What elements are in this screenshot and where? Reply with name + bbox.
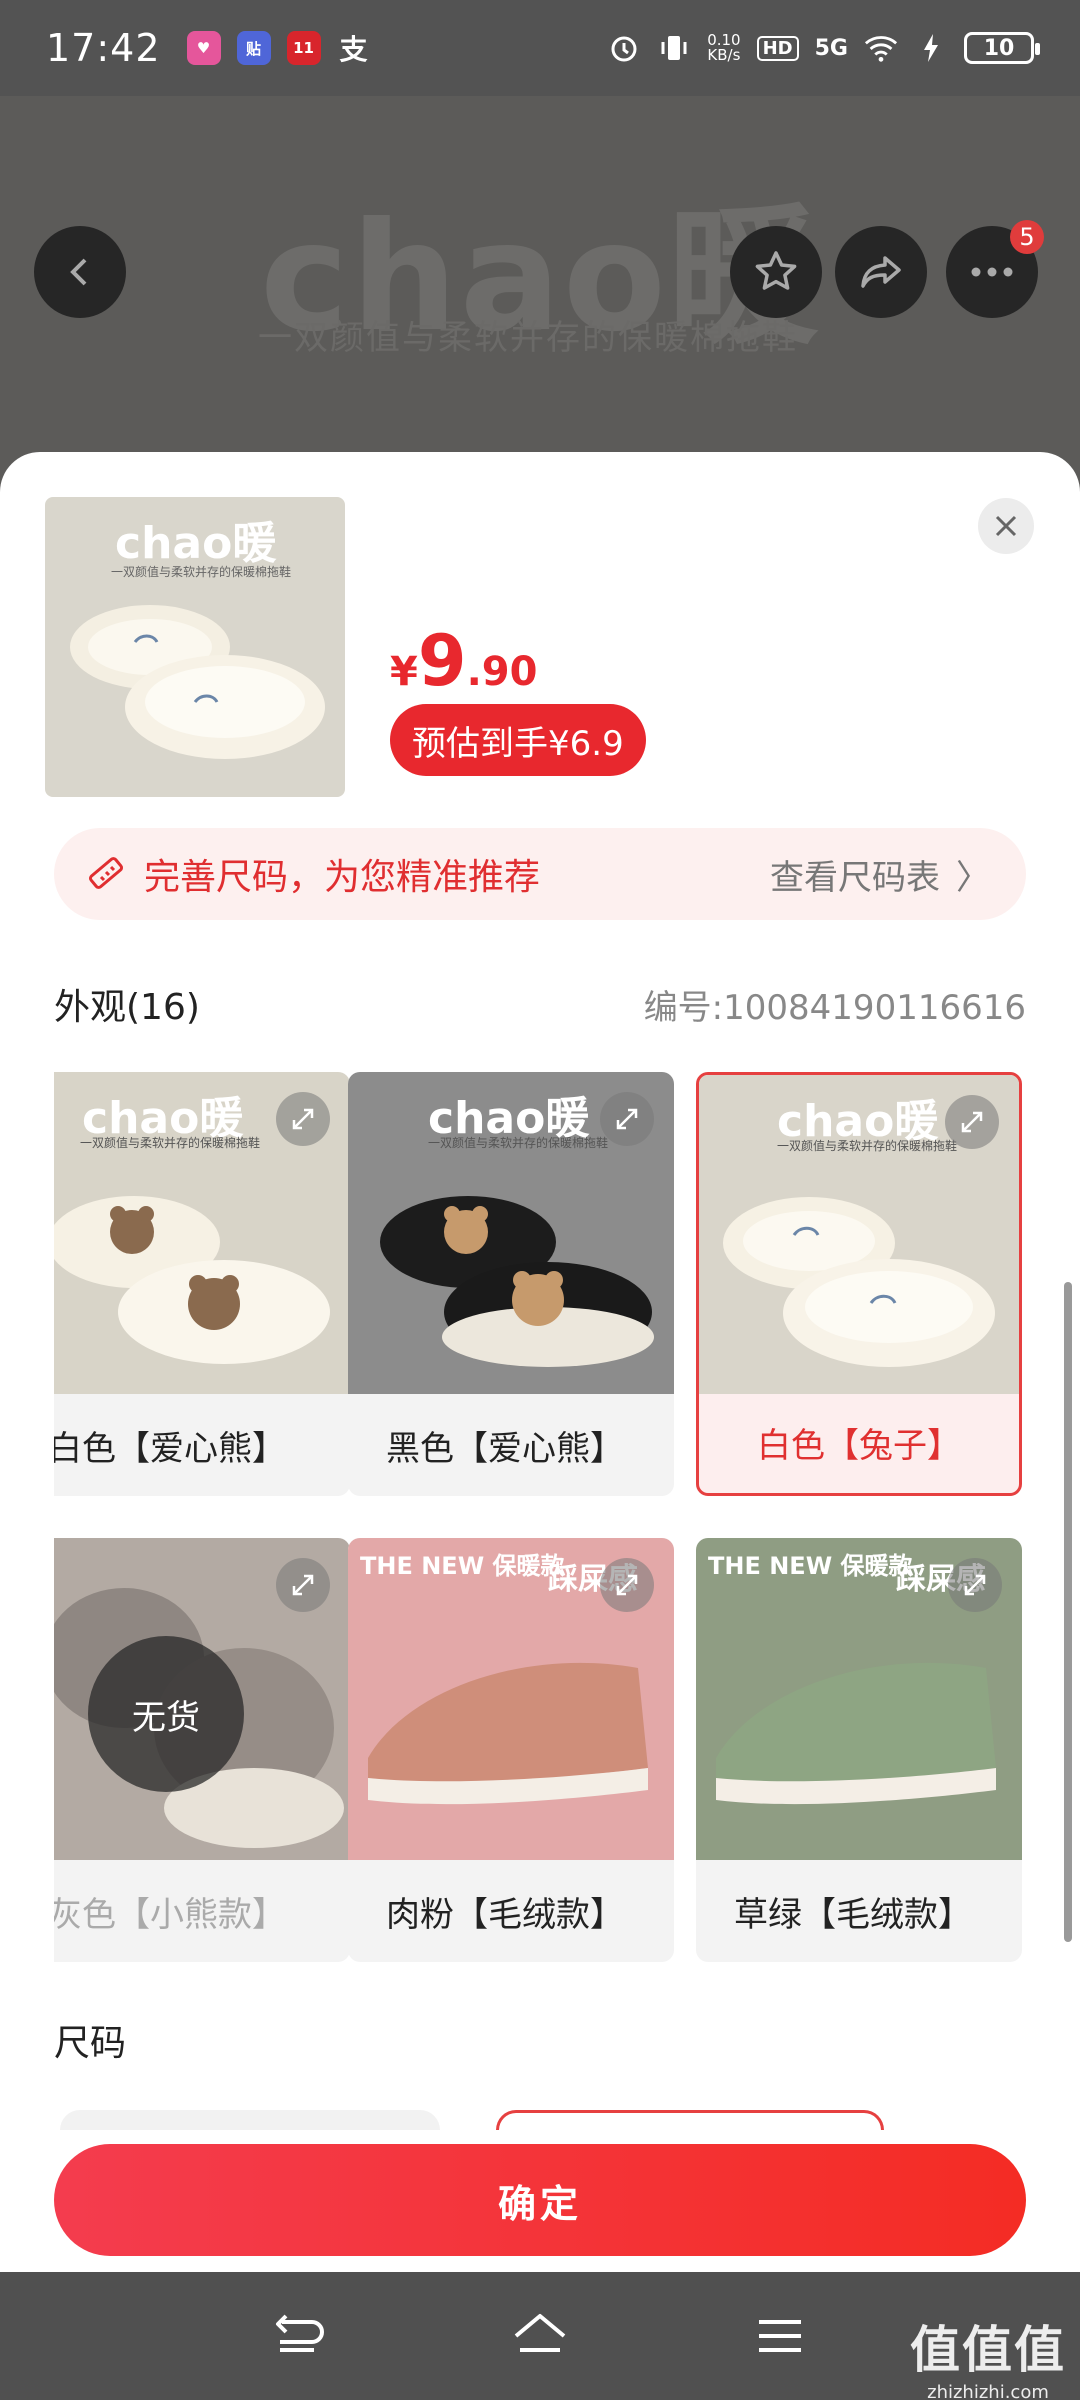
expand-icon[interactable] xyxy=(600,1092,654,1146)
product-code: 编号:10084190116616 xyxy=(643,988,1026,1028)
battery-indicator: 10 xyxy=(964,32,1040,64)
variant-card-disabled[interactable]: 无货 灰色【小熊款】 xyxy=(54,1538,350,1962)
chevron-right-icon: 〉 xyxy=(956,857,990,898)
more-dots-icon xyxy=(971,267,1013,277)
nav-menu-icon xyxy=(759,2320,801,2352)
expand-icon[interactable] xyxy=(945,1095,999,1149)
tie-app-icon: 贴 xyxy=(236,31,271,65)
product-hero-background: chao暖 一双颜值与柔软并存的保暖棉拖鞋 5 xyxy=(0,96,1080,496)
variant-label: 白色【爱心熊】 xyxy=(54,1428,286,1469)
watermark-logo: 值值值 xyxy=(910,2321,1066,2379)
back-arrow-icon xyxy=(70,258,87,286)
size-recommendation-banner[interactable]: 完善尺码，为您精准推荐 查看尺码表 〉 xyxy=(54,828,1026,920)
size-option[interactable] xyxy=(60,2110,440,2130)
signal-5g: 5G xyxy=(814,35,848,61)
favorite-button[interactable] xyxy=(730,226,822,318)
watermark-url: zhizhizhi.com xyxy=(927,2382,1049,2400)
share-button[interactable] xyxy=(835,226,927,318)
alipay-app-icon: 支 xyxy=(339,33,368,66)
slipper-illustration xyxy=(70,605,325,759)
alarm-icon xyxy=(607,31,641,65)
vibrate-icon xyxy=(657,31,691,65)
variant-image: chao暖 一双颜值与柔软并存的保暖棉拖鞋 xyxy=(699,1075,1019,1394)
variant-card[interactable]: THE NEW 保暖款 踩屎感 肉粉【毛绒款】 xyxy=(348,1538,674,1962)
nav-back-icon xyxy=(276,2314,324,2352)
ruler-icon xyxy=(86,854,126,894)
product-price: ¥9.90 xyxy=(390,620,537,702)
notification-badge: 5 xyxy=(1010,220,1044,254)
double11-app-icon: 11 xyxy=(286,31,321,65)
expand-icon[interactable] xyxy=(276,1558,330,1612)
variant-card[interactable]: THE NEW 保暖款 踩屎感 草绿【毛绒款】 xyxy=(696,1538,1022,1962)
expand-icon[interactable] xyxy=(600,1558,654,1612)
variant-image: THE NEW 保暖款 踩屎感 xyxy=(348,1538,674,1860)
variant-card[interactable]: chao暖 一双颜值与柔软并存的保暖棉拖鞋 黑色【爱心熊】 xyxy=(348,1072,674,1496)
size-section-title: 尺码 xyxy=(54,2023,127,2064)
variant-image: THE NEW 保暖款 踩屎感 xyxy=(696,1538,1022,1860)
price-integer: 9 xyxy=(417,620,467,702)
status-time: 17:42 xyxy=(46,26,161,70)
back-button[interactable] xyxy=(34,226,126,318)
expand-icon[interactable] xyxy=(276,1092,330,1146)
close-icon xyxy=(995,515,1017,537)
soldout-badge: 无货 xyxy=(88,1636,244,1792)
hd-indicator: HD xyxy=(756,35,799,61)
price-currency: ¥ xyxy=(390,649,418,695)
hero-subtitle: 一双颜值与柔软并存的保暖棉拖鞋 xyxy=(258,318,798,358)
expand-icon[interactable] xyxy=(948,1558,1002,1612)
nav-home-button[interactable] xyxy=(505,2301,575,2371)
variant-label: 草绿【毛绒款】 xyxy=(734,1894,972,1935)
variant-card-selected[interactable]: chao暖 一双颜值与柔软并存的保暖棉拖鞋 白色【兔子】 xyxy=(696,1072,1022,1496)
nav-home-icon xyxy=(510,2310,570,2362)
product-thumbnail[interactable]: chao暖 一双颜值与柔软并存的保暖棉拖鞋 xyxy=(45,497,345,797)
scrollbar[interactable] xyxy=(1064,1282,1072,1942)
status-app-icons: ♥ 贴 11 支 xyxy=(186,31,371,66)
status-bar: 17:42 ♥ 贴 11 支 0.10 KB/s HD 5G 10 xyxy=(0,0,1080,96)
variant-image: 无货 xyxy=(54,1538,350,1860)
price-decimal: .90 xyxy=(466,649,538,695)
wifi-icon xyxy=(864,31,898,65)
nav-menu-button[interactable] xyxy=(745,2301,815,2371)
size-chart-link[interactable]: 查看尺码表 xyxy=(770,850,940,899)
appearance-grid: chao暖 一双颜值与柔软并存的保暖棉拖鞋 白色【爱心熊】 chao暖 一双颜值… xyxy=(54,1072,1026,1972)
variant-card[interactable]: chao暖 一双颜值与柔软并存的保暖棉拖鞋 白色【爱心熊】 xyxy=(54,1072,350,1496)
charging-icon xyxy=(914,31,948,65)
variant-image: chao暖 一双颜值与柔软并存的保暖棉拖鞋 xyxy=(348,1072,674,1394)
variant-label: 白色【兔子】 xyxy=(757,1425,961,1466)
share-icon xyxy=(861,256,901,288)
watermark: 值值值 zhizhizhi.com xyxy=(910,2310,1066,2400)
close-button[interactable] xyxy=(978,498,1034,554)
nav-back-button[interactable] xyxy=(265,2301,335,2371)
sku-selector-sheet: chao暖 一双颜值与柔软并存的保暖棉拖鞋 ¥9.90 预估到手¥6.9 完善尺… xyxy=(0,452,1080,2272)
size-option[interactable] xyxy=(496,2110,884,2130)
confirm-button[interactable]: 确定 xyxy=(54,2144,1026,2256)
appearance-title: 外观(16) xyxy=(54,987,200,1028)
more-button[interactable]: 5 xyxy=(946,220,1044,318)
size-tip-text: 完善尺码，为您精准推荐 xyxy=(144,857,541,898)
lalala-app-icon: ♥ xyxy=(186,31,221,65)
variant-image: chao暖 一双颜值与柔软并存的保暖棉拖鞋 xyxy=(54,1072,350,1394)
variant-label: 灰色【小熊款】 xyxy=(54,1894,286,1935)
star-icon xyxy=(755,251,797,290)
variant-label: 黑色【爱心熊】 xyxy=(386,1428,624,1469)
variant-label: 肉粉【毛绒款】 xyxy=(386,1894,624,1935)
estimated-price-badge: 预估到手¥6.9 xyxy=(390,704,646,776)
network-speed: 0.10 KB/s xyxy=(707,31,741,64)
